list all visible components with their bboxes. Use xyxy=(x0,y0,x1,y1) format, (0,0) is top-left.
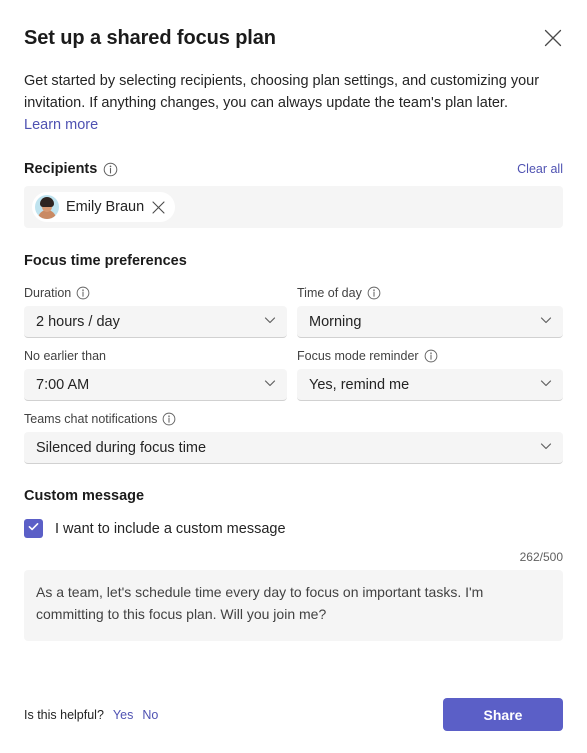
feedback-row: Is this helpful? Yes No xyxy=(24,708,158,722)
focus-preferences-header-row: Focus time preferences xyxy=(24,253,563,269)
custom-message-textarea[interactable]: As a team, let's schedule time every day… xyxy=(24,570,563,641)
duration-label-row: Duration xyxy=(24,285,287,301)
custom-message-heading: Custom message xyxy=(24,488,145,504)
include-custom-message-row[interactable]: I want to include a custom message xyxy=(24,519,563,538)
duration-label: Duration xyxy=(24,286,72,300)
dialog-footer: Is this helpful? Yes No Share xyxy=(24,698,563,731)
info-icon[interactable] xyxy=(162,412,177,427)
field-time-of-day: Time of day Morning xyxy=(297,285,563,338)
duration-select[interactable]: 2 hours / day xyxy=(24,306,287,338)
no-earlier-than-value: 7:00 AM xyxy=(36,376,90,393)
no-earlier-than-select[interactable]: 7:00 AM xyxy=(24,369,287,401)
focus-preferences-heading: Focus time preferences xyxy=(24,253,187,269)
custom-message-text: As a team, let's schedule time every day… xyxy=(36,584,484,622)
include-custom-message-label: I want to include a custom message xyxy=(55,520,286,537)
chevron-down-icon xyxy=(263,313,277,331)
remove-recipient-icon[interactable] xyxy=(151,200,165,214)
share-button[interactable]: Share xyxy=(443,698,563,731)
textarea-scrollbar[interactable] xyxy=(551,575,557,636)
checkmark-icon xyxy=(27,520,40,538)
character-counter: 262/500 xyxy=(519,550,563,564)
time-of-day-select[interactable]: Morning xyxy=(297,306,563,338)
focus-preferences-form: Duration 2 hours / day Time of day Morni… xyxy=(24,285,563,464)
feedback-yes-link[interactable]: Yes xyxy=(113,708,133,722)
chevron-down-icon xyxy=(539,376,553,394)
field-teams-chat-notifications: Teams chat notifications Silenced during… xyxy=(24,411,563,464)
recipient-chip[interactable]: Emily Braun xyxy=(32,192,176,222)
focus-mode-reminder-label: Focus mode reminder xyxy=(297,349,419,363)
focus-mode-reminder-select[interactable]: Yes, remind me xyxy=(297,369,563,401)
teams-chat-notifications-select[interactable]: Silenced during focus time xyxy=(24,432,563,464)
info-icon[interactable] xyxy=(367,286,382,301)
teams-chat-notifications-label-row: Teams chat notifications xyxy=(24,411,563,427)
field-no-earlier-than: No earlier than 7:00 AM xyxy=(24,348,287,401)
intro-sentence: Get started by selecting recipients, cho… xyxy=(24,73,540,111)
learn-more-link[interactable]: Learn more xyxy=(24,117,98,133)
time-of-day-label: Time of day xyxy=(297,286,362,300)
intro-text: Get started by selecting recipients, cho… xyxy=(24,70,546,136)
page-title: Set up a shared focus plan xyxy=(24,27,276,49)
recipients-input[interactable]: Emily Braun xyxy=(24,186,563,228)
recipients-heading: Recipients xyxy=(24,161,118,177)
chevron-down-icon xyxy=(539,439,553,457)
close-icon xyxy=(544,29,562,47)
time-of-day-label-row: Time of day xyxy=(297,285,563,301)
focus-mode-reminder-value: Yes, remind me xyxy=(309,376,410,393)
field-focus-mode-reminder: Focus mode reminder Yes, remind me xyxy=(297,348,563,401)
recipients-header-row: Recipients Clear all xyxy=(24,161,563,177)
recipients-label: Recipients xyxy=(24,161,98,177)
close-button[interactable] xyxy=(537,22,569,54)
info-icon[interactable] xyxy=(76,286,91,301)
time-of-day-value: Morning xyxy=(309,313,362,330)
recipient-name: Emily Braun xyxy=(66,199,145,215)
feedback-no-link[interactable]: No xyxy=(142,708,158,722)
teams-chat-notifications-value: Silenced during focus time xyxy=(36,439,207,456)
chevron-down-icon xyxy=(263,376,277,394)
include-custom-message-checkbox[interactable] xyxy=(24,519,43,538)
duration-value: 2 hours / day xyxy=(36,313,120,330)
field-duration: Duration 2 hours / day xyxy=(24,285,287,338)
chevron-down-icon xyxy=(539,313,553,331)
shared-focus-plan-dialog: Set up a shared focus plan Get started b… xyxy=(0,0,587,753)
focus-mode-reminder-label-row: Focus mode reminder xyxy=(297,348,563,364)
avatar xyxy=(35,195,59,219)
teams-chat-notifications-label: Teams chat notifications xyxy=(24,412,158,426)
feedback-prompt: Is this helpful? xyxy=(24,707,104,722)
info-icon[interactable] xyxy=(103,162,118,177)
dialog-header: Set up a shared focus plan xyxy=(24,0,563,54)
no-earlier-than-label-row: No earlier than xyxy=(24,348,287,364)
no-earlier-than-label: No earlier than xyxy=(24,349,106,363)
clear-all-link[interactable]: Clear all xyxy=(517,162,563,176)
info-icon[interactable] xyxy=(424,349,439,364)
